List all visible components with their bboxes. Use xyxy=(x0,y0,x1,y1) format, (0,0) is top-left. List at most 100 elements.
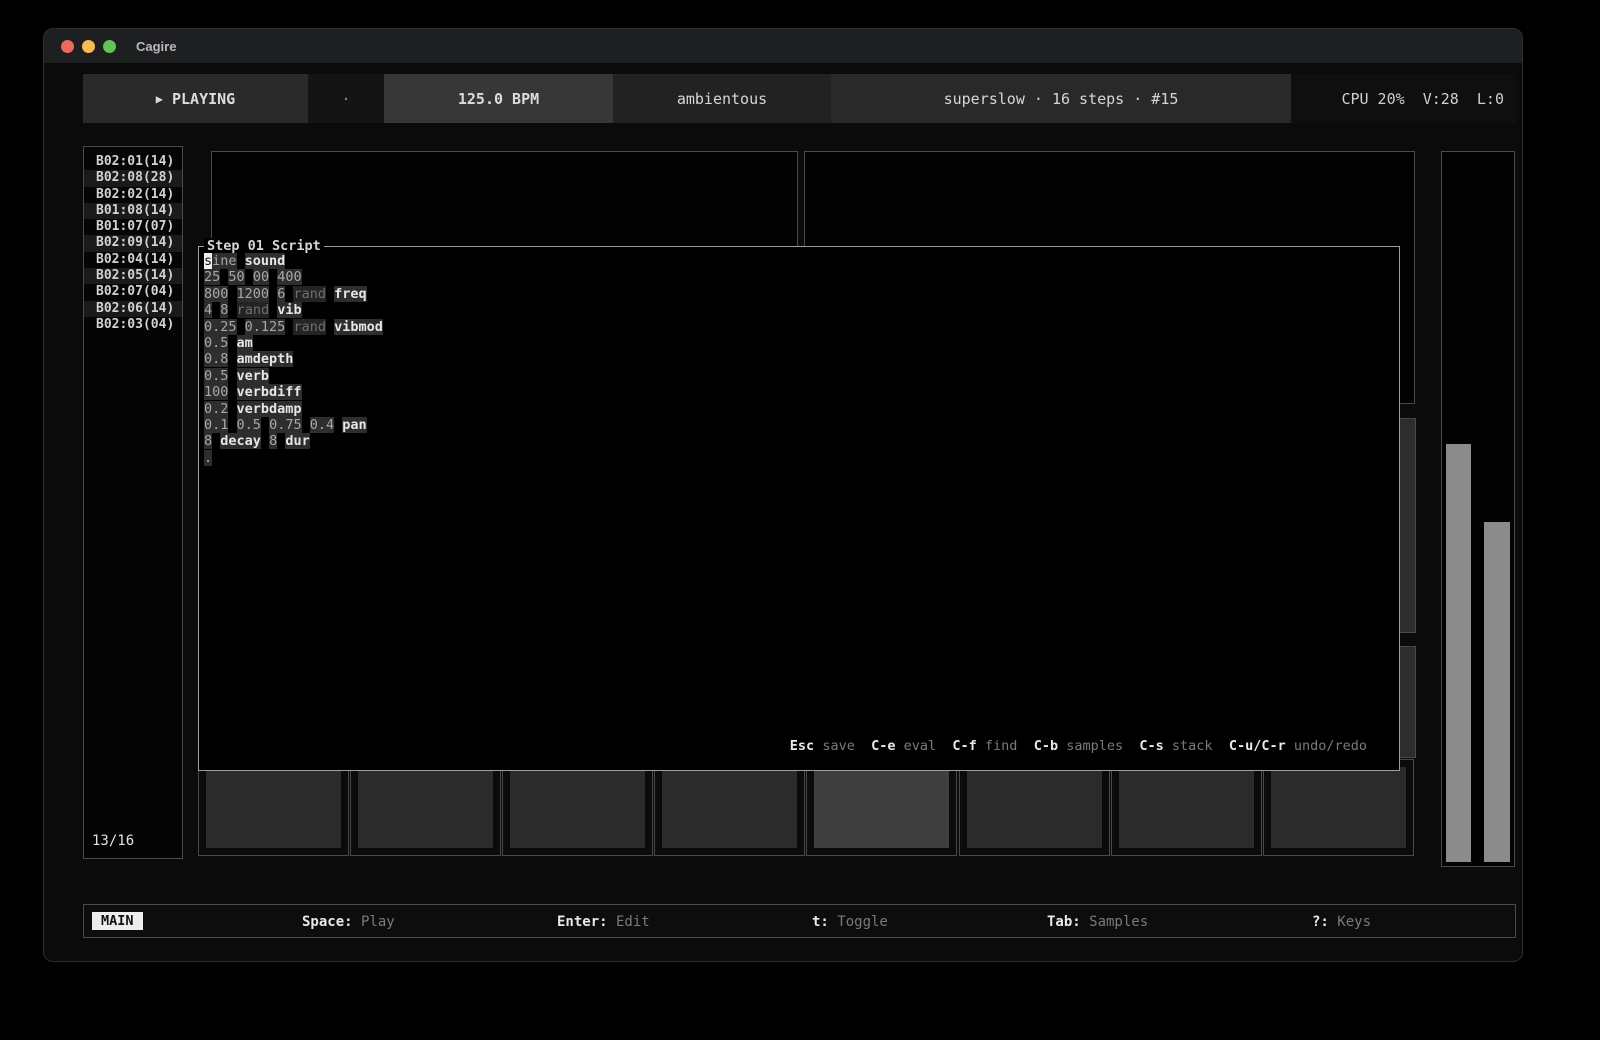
level-meters-panel xyxy=(1441,151,1515,867)
code-token: 0.4 xyxy=(310,417,334,433)
statusbar-hint: Enter: Edit xyxy=(557,914,650,930)
code-token: 1200 xyxy=(237,286,270,302)
step-fill xyxy=(1119,767,1254,848)
step-fill xyxy=(662,767,797,848)
step-cell[interactable] xyxy=(959,759,1110,856)
list-item[interactable]: B01:08(14) xyxy=(84,203,182,219)
step-script-modal: Step 01 Script sine sound25 50 00 400800… xyxy=(198,246,1400,771)
list-item[interactable]: B02:06(14) xyxy=(84,301,182,317)
code-token: 800 xyxy=(204,286,228,302)
code-token: 0.5 xyxy=(204,368,228,384)
mode-badge: MAIN xyxy=(92,912,143,930)
list-item[interactable]: B02:08(28) xyxy=(84,170,182,186)
step-fill xyxy=(1271,767,1406,848)
keybind-label: save xyxy=(814,738,855,754)
code-token: decay xyxy=(220,433,261,449)
cpu-stats: CPU 20% V:28 L:0 xyxy=(1291,74,1516,123)
code-token: pan xyxy=(342,417,366,433)
code-token: 0.5 xyxy=(237,417,261,433)
code-token: 100 xyxy=(204,384,228,400)
code-token: 50 xyxy=(228,269,244,285)
code-token: 400 xyxy=(277,269,301,285)
window-title: Cagire xyxy=(136,39,176,54)
statusbar-hint: Tab: Samples xyxy=(1047,914,1148,930)
keybind-key: Esc xyxy=(790,738,814,754)
step-cell[interactable] xyxy=(1263,759,1414,856)
maximize-button-icon[interactable] xyxy=(103,40,116,53)
transport-status: ▶ PLAYING xyxy=(83,74,308,123)
list-item[interactable]: B01:07(07) xyxy=(84,219,182,235)
patch-name: ambientous xyxy=(613,74,831,123)
beat-indicator: · xyxy=(308,74,384,123)
step-cell[interactable] xyxy=(1111,759,1262,856)
list-item[interactable]: B02:03(04) xyxy=(84,317,182,333)
bpm-display: 125.0 BPM xyxy=(384,74,613,123)
code-token: verbdamp xyxy=(237,401,302,417)
code-token: sound xyxy=(245,253,286,269)
code-token: . xyxy=(204,450,212,466)
sample-list-panel: B02:01(14)B02:08(28)B02:02(14)B01:08(14)… xyxy=(83,146,183,859)
transport-bar: ▶ PLAYING · 125.0 BPM ambientous supersl… xyxy=(83,74,1516,123)
code-token: 4 xyxy=(204,302,212,318)
text-cursor: s xyxy=(204,253,212,269)
code-token: ine xyxy=(212,253,236,269)
code-token: 0.5 xyxy=(204,335,228,351)
script-editor[interactable]: sine sound 25 50 00 400 800 1200 6 rand fr… xyxy=(204,253,383,466)
step-cell[interactable] xyxy=(806,759,957,856)
statusbar-hint: ?: Keys xyxy=(1312,914,1371,930)
code-token: 8 xyxy=(269,433,277,449)
list-item[interactable]: B02:05(14) xyxy=(84,268,182,284)
list-item[interactable]: B02:02(14) xyxy=(84,187,182,203)
titlebar: Cagire xyxy=(44,29,1522,63)
step-cell[interactable] xyxy=(198,759,349,856)
code-token: rand xyxy=(293,319,326,335)
keybind-key: C-e xyxy=(871,738,895,754)
code-token: 0.125 xyxy=(245,319,286,335)
list-item[interactable]: B02:07(04) xyxy=(84,284,182,300)
step-fill xyxy=(206,767,341,848)
statusbar-hint: Space: Play xyxy=(302,914,395,930)
close-button-icon[interactable] xyxy=(61,40,74,53)
code-token: vib xyxy=(277,302,301,318)
step-cell[interactable] xyxy=(654,759,805,856)
code-token: amdepth xyxy=(237,351,294,367)
code-token: 0.8 xyxy=(204,351,228,367)
list-item[interactable]: B02:09(14) xyxy=(84,235,182,251)
list-item[interactable]: B02:01(14) xyxy=(84,154,182,170)
step-cell[interactable] xyxy=(350,759,501,856)
code-token: 25 xyxy=(204,269,220,285)
pattern-info: superslow · 16 steps · #15 xyxy=(831,74,1291,123)
list-item[interactable]: B02:04(14) xyxy=(84,252,182,268)
code-token: dur xyxy=(285,433,309,449)
modal-title: Step 01 Script xyxy=(204,238,324,254)
step-fill xyxy=(358,767,493,848)
minimize-button-icon[interactable] xyxy=(82,40,95,53)
code-token: 0.1 xyxy=(204,417,228,433)
level-meter-bar xyxy=(1446,444,1471,862)
code-token: rand xyxy=(293,286,326,302)
sample-list: B02:01(14)B02:08(28)B02:02(14)B01:08(14)… xyxy=(84,147,182,333)
code-token: 8 xyxy=(220,302,228,318)
list-counter: 13/16 xyxy=(92,833,134,849)
keybind-key: C-u/C-r xyxy=(1229,738,1286,754)
keybind-label: eval xyxy=(895,738,936,754)
code-token: vibmod xyxy=(334,319,383,335)
step-row xyxy=(198,759,1416,857)
level-meter-bar xyxy=(1484,522,1510,862)
code-token: 8 xyxy=(204,433,212,449)
keybind-label: samples xyxy=(1058,738,1123,754)
code-token: verb xyxy=(237,368,270,384)
code-token: 6 xyxy=(277,286,285,302)
code-token: 00 xyxy=(253,269,269,285)
keybind-key: C-f xyxy=(952,738,976,754)
status-bar: MAIN Space: PlayEnter: Editt: ToggleTab:… xyxy=(83,904,1516,938)
keybind-key: C-s xyxy=(1139,738,1163,754)
keybind-label: undo/redo xyxy=(1286,738,1367,754)
step-cell[interactable] xyxy=(502,759,653,856)
code-token: 0.25 xyxy=(204,319,237,335)
code-token: verbdiff xyxy=(237,384,302,400)
step-fill-active xyxy=(814,767,949,848)
code-token: 0.2 xyxy=(204,401,228,417)
step-fill xyxy=(510,767,645,848)
code-token: freq xyxy=(334,286,367,302)
